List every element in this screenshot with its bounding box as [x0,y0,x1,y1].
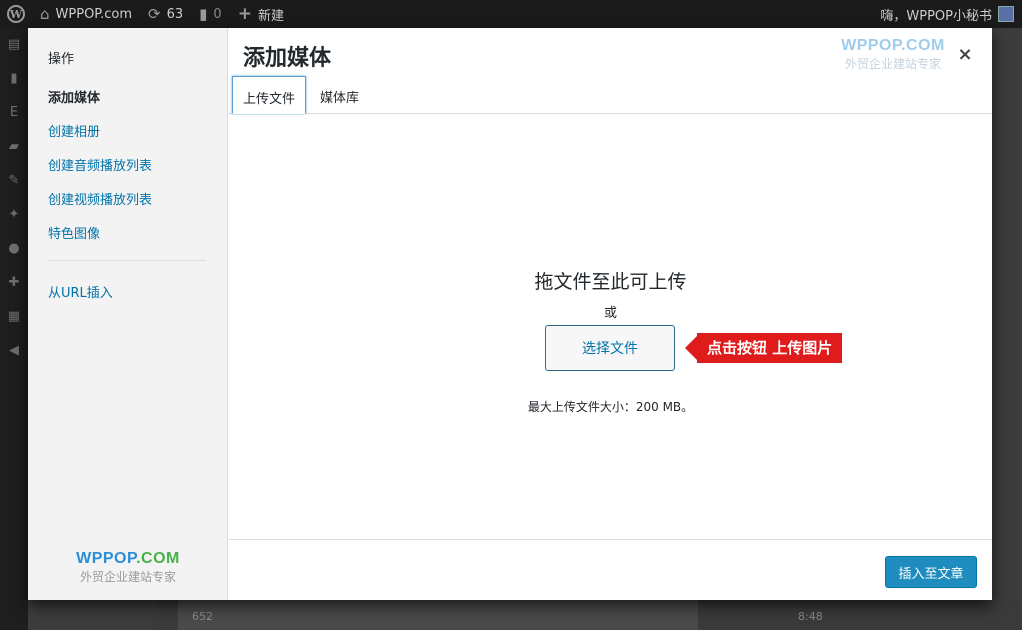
new-label: 新建 [257,8,284,24]
comments-icon[interactable]: ▮ [0,62,28,96]
elementor-icon[interactable]: E [0,96,28,130]
callout-text: 点击按钮 上传图片 [697,333,843,363]
menu-item-create-gallery[interactable]: 创建相册 [48,121,100,140]
settings-icon[interactable]: ▦ [0,300,28,334]
new-content-link[interactable]: + 新建 [230,0,292,28]
upload-dropzone[interactable]: 拖文件至此可上传 或 选择文件 点击按钮 上传图片 最大上传文件大小：200 M… [229,115,992,539]
users-icon[interactable]: ● [0,232,28,266]
site-name-link[interactable]: ⌂ WPPOP.com [32,0,140,28]
comments-link[interactable]: ▮ 0 [191,0,230,28]
background-row: 652 [178,600,698,630]
comments-count: 0 [213,6,222,22]
avatar [998,6,1014,22]
callout-arrow-icon [685,336,697,360]
brand-watermark-top: WPPOP.COM 外贸企业建站专家 [833,37,953,72]
admin-bar: W ⌂ WPPOP.com ⟳ 63 ▮ 0 + 新建 嗨，WPPOP小秘书 [0,0,1022,28]
comment-icon: ▮ [199,5,208,23]
updates-count: 63 [166,6,184,22]
insert-into-post-button[interactable]: 插入至文章 [885,556,977,588]
plugins-icon[interactable]: ✦ [0,198,28,232]
menu-separator [48,260,206,261]
collapse-icon[interactable]: ◀ [0,334,28,368]
appearance-icon[interactable]: ✎ [0,164,28,198]
router-tabs: 上传文件 媒体库 [228,76,992,114]
account-menu[interactable]: 嗨，WPPOP小秘书 [880,5,1022,24]
close-icon[interactable]: × [952,42,978,68]
media-menu: 操作 添加媒体 创建相册 创建音频播放列表 创建视频播放列表 特色图像 从URL… [28,28,228,600]
menu-item-featured-image[interactable]: 特色图像 [48,223,100,242]
tab-media-library[interactable]: 媒体库 [310,76,369,114]
brand-tagline-top: 外贸企业建站专家 [844,57,941,71]
wordpress-logo-icon: W [7,5,25,23]
menu-heading: 操作 [48,52,75,67]
site-name: WPPOP.com [55,6,133,22]
admin-sidebar: ▤ ▮ E ▰ ✎ ✦ ● ✚ ▦ ◀ [0,28,28,630]
updates-link[interactable]: ⟳ 63 [140,0,191,28]
plus-icon: + [237,4,252,24]
media-toolbar: 插入至文章 [229,539,992,600]
refresh-icon: ⟳ [148,5,161,23]
brand-watermark: WPPOP.COM 外贸企业建站专家 [68,550,188,585]
brand-name: WPPOP.COM [76,550,180,567]
greeting: 嗨，WPPOP小秘书 [880,8,992,24]
menu-item-insert-from-url[interactable]: 从URL插入 [48,282,113,301]
tools-icon[interactable]: ✚ [0,266,28,300]
max-upload-size: 最大上传文件大小：200 MB。 [527,400,694,414]
folder-icon[interactable]: ▰ [0,130,28,164]
brand-name-top: WPPOP.COM [841,37,945,54]
menu-item-video-playlist[interactable]: 创建视频播放列表 [48,189,152,208]
or-text: 或 [603,306,617,321]
wp-logo-button[interactable]: W [0,0,32,28]
background-page: 652 8:48 [158,600,1022,630]
drop-instructions: 拖文件至此可上传 [534,271,687,293]
menu-item-add-media[interactable]: 添加媒体 [48,87,100,106]
brand-tagline: 外贸企业建站专家 [79,570,176,584]
menu-item-audio-playlist[interactable]: 创建音频播放列表 [48,155,152,174]
posts-icon[interactable]: ▤ [0,28,28,62]
tab-upload-files[interactable]: 上传文件 [232,76,307,114]
modal-title: 添加媒体 [243,46,332,71]
media-modal: 操作 添加媒体 创建相册 创建音频播放列表 创建视频播放列表 特色图像 从URL… [28,28,992,600]
home-icon: ⌂ [40,5,50,23]
background-time: 8:48 [798,610,823,623]
select-files-button[interactable]: 选择文件 [545,325,675,371]
